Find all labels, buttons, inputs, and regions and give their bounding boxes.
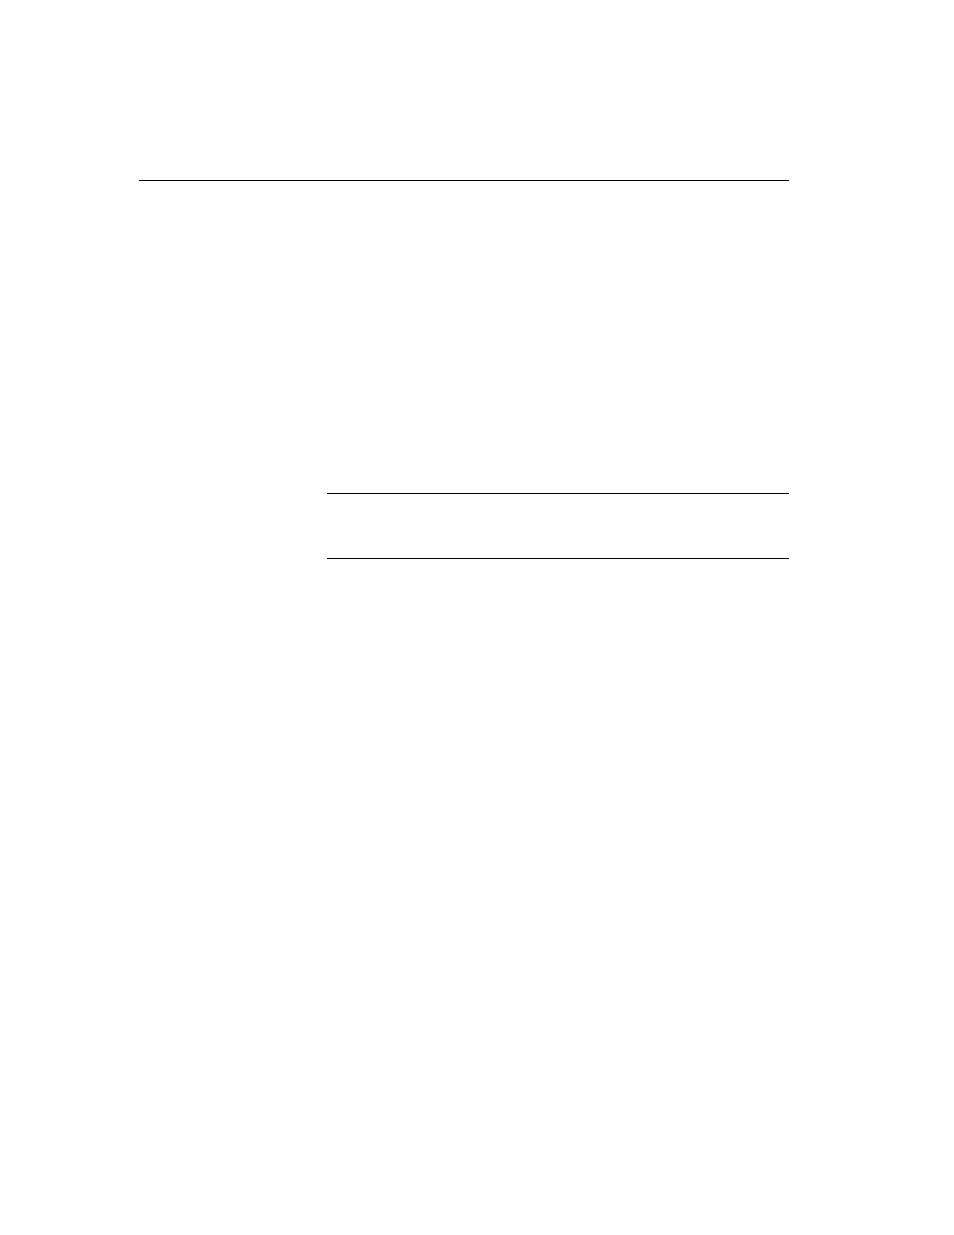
- horizontal-rule: [327, 558, 789, 559]
- horizontal-rule: [139, 180, 789, 181]
- horizontal-rule: [327, 493, 789, 494]
